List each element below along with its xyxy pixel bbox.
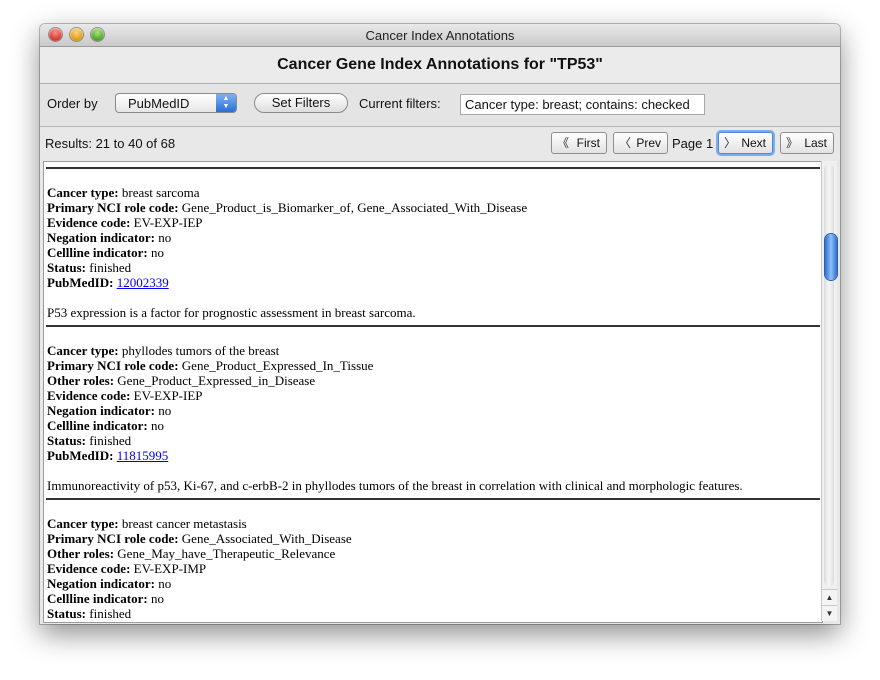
entry-sentence: P53 expression is a factor for prognosti…	[47, 305, 416, 320]
vertical-scrollbar[interactable]: ▲ ▼	[821, 161, 837, 621]
entry-primary-role: Primary NCI role code: Gene_Associated_W…	[47, 531, 352, 546]
entry-cellline: Cellline indicator: no	[47, 245, 164, 260]
first-page-button[interactable]: 《 First	[551, 132, 607, 154]
entry-evidence: Evidence code: EV-EXP-IMP	[47, 561, 207, 576]
pagination-bar: Results: 21 to 40 of 68 《 First 〈 Prev P…	[40, 127, 840, 160]
title-bar[interactable]: Cancer Index Annotations	[40, 24, 840, 47]
order-by-label: Order by	[47, 96, 98, 111]
entry-cellline: Cellline indicator: no	[47, 418, 164, 433]
entry-sentence: Immunoreactivity of p53, Ki-67, and c-er…	[47, 478, 743, 493]
pubmed-link[interactable]: 12002339	[117, 275, 169, 290]
entry-cancer-type: Cancer type: breast cancer metastasis	[47, 516, 247, 531]
prev-page-button[interactable]: 〈 Prev	[613, 132, 668, 154]
entry-cancer-type: Cancer type: breast sarcoma	[47, 185, 200, 200]
window-title: Cancer Index Annotations	[365, 28, 515, 43]
scroll-thumb[interactable]	[825, 234, 837, 280]
next-page-button[interactable]: 〉 Next	[718, 132, 773, 154]
current-filters-label: Current filters:	[359, 96, 441, 111]
order-by-select[interactable]: PubMedID ▲ ▼	[115, 93, 237, 113]
entry-cellline: Cellline indicator: no	[47, 591, 164, 606]
page-title: Cancer Gene Index Annotations for "TP53"	[277, 56, 603, 73]
entry-negation: Negation indicator: no	[47, 576, 172, 591]
entry-primary-role: Primary NCI role code: Gene_Product_is_B…	[47, 200, 528, 215]
double-chevron-right-icon: 》	[786, 136, 798, 150]
double-chevron-left-icon: 《	[557, 136, 569, 150]
separator	[46, 325, 820, 327]
chevron-right-icon: 〉	[724, 136, 736, 150]
chevron-left-icon: 〈	[619, 136, 631, 150]
select-arrows-icon: ▲ ▼	[216, 94, 236, 112]
scroll-down-icon[interactable]: ▼	[822, 605, 837, 621]
page-header: Cancer Gene Index Annotations for "TP53"	[40, 47, 840, 84]
scroll-track[interactable]	[824, 164, 837, 586]
scroll-up-icon[interactable]: ▲	[822, 589, 837, 605]
entry-pubmed: PubMedID: 11815995	[47, 448, 169, 463]
separator	[46, 167, 820, 169]
entry-negation: Negation indicator: no	[47, 230, 172, 245]
entry-status: Status: finished	[47, 606, 132, 621]
entry-status: Status: finished	[47, 260, 132, 275]
current-filters-field[interactable]: Cancer type: breast; contains: checked	[460, 94, 705, 115]
annotations-panel[interactable]: Cancer type: breast sarcoma Primary NCI …	[43, 161, 823, 623]
entry-cancer-type: Cancer type: phyllodes tumors of the bre…	[47, 343, 280, 358]
entry-evidence: Evidence code: EV-EXP-IEP	[47, 388, 203, 403]
pubmed-link[interactable]: 11815995	[117, 448, 169, 463]
entry-primary-role: Primary NCI role code: Gene_Product_Expr…	[47, 358, 374, 373]
separator	[46, 498, 820, 500]
entry-other-roles: Other roles: Gene_May_have_Therapeutic_R…	[47, 546, 336, 561]
entry-status: Status: finished	[47, 433, 132, 448]
entry-evidence: Evidence code: EV-EXP-IEP	[47, 215, 203, 230]
page-indicator: Page 1	[672, 136, 714, 151]
order-by-value: PubMedID	[128, 96, 190, 111]
last-page-button[interactable]: 》 Last	[780, 132, 834, 154]
results-count: Results: 21 to 40 of 68	[45, 136, 176, 151]
toolbar: Order by PubMedID ▲ ▼ Set Filters Current…	[40, 84, 840, 127]
entry-pubmed: PubMedID: 12002339	[47, 275, 169, 290]
entry-negation: Negation indicator: no	[47, 403, 172, 418]
app-window: Cancer Index Annotations Cancer Gene Ind…	[40, 24, 840, 624]
set-filters-button[interactable]: Set Filters	[254, 93, 348, 113]
entry-other-roles: Other roles: Gene_Product_Expressed_in_D…	[47, 373, 316, 388]
